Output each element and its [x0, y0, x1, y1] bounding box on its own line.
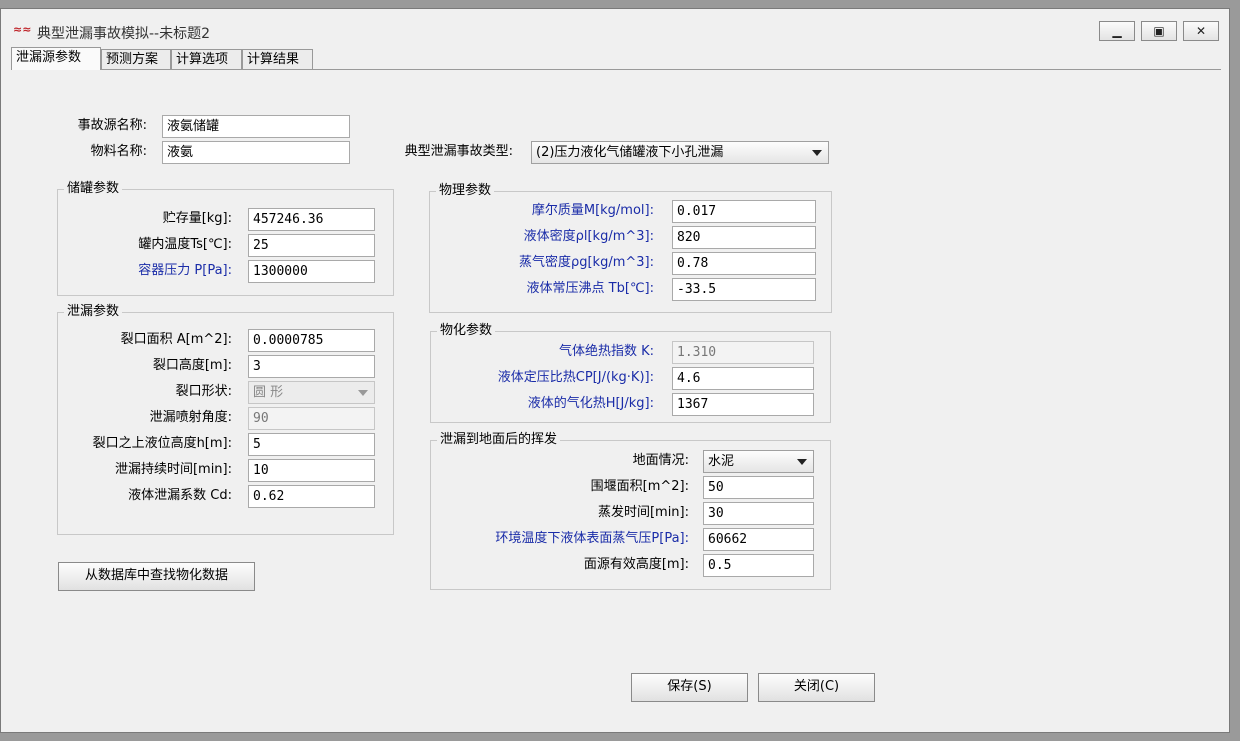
tab-leak-source[interactable]: 泄漏源参数 [11, 47, 101, 70]
tab-calc-results[interactable]: 计算结果 [242, 49, 313, 69]
vessel-pressure-label: 容器压力 P[Pa]: [138, 263, 232, 278]
vaporization-heat-input[interactable]: 1367 [672, 393, 814, 416]
source-height-label: 面源有效高度[m]: [583, 557, 689, 572]
accident-type-value: (2)压力液化气储罐液下小孔泄漏 [536, 145, 724, 160]
liquid-level-label: 裂口之上液位高度h[m]: [92, 436, 232, 451]
ground-condition-value: 水泥 [708, 454, 735, 469]
chem-params-title: 物化参数 [437, 322, 496, 340]
evaporation-time-input[interactable]: 30 [703, 502, 814, 525]
breach-shape-value: 圆 形 [253, 385, 284, 400]
physical-params-group: 物理参数 摩尔质量M[kg/mol]: 0.017 液体密度ρl[kg/m^3]… [429, 182, 832, 313]
vessel-pressure-input[interactable]: 1300000 [248, 260, 375, 283]
evaporation-title: 泄漏到地面后的挥发 [437, 431, 561, 449]
vaporization-heat-label: 液体的气化热H[J/kg]: [527, 396, 654, 411]
material-name-input[interactable]: 液氨 [162, 141, 350, 164]
leak-coefficient-input[interactable]: 0.62 [248, 485, 375, 508]
leak-duration-input[interactable]: 10 [248, 459, 375, 482]
breach-height-input[interactable]: 3 [248, 355, 375, 378]
tank-temperature-label: 罐内温度Ts[℃]: [138, 237, 232, 252]
chevron-down-icon [812, 150, 822, 156]
tank-params-group: 储罐参数 贮存量[kg]: 457246.36 罐内温度Ts[℃]: 25 容器… [57, 180, 394, 296]
breach-shape-label: 裂口形状: [175, 384, 232, 399]
breach-shape-select[interactable]: 圆 形 [248, 381, 375, 404]
source-name-input[interactable]: 液氨储罐 [162, 115, 350, 138]
molar-mass-label: 摩尔质量M[kg/mol]: [531, 203, 654, 218]
leak-duration-label: 泄漏持续时间[min]: [114, 462, 232, 477]
adiabatic-index-label: 气体绝热指数 K: [558, 344, 654, 359]
dike-area-label: 围堰面积[m^2]: [590, 479, 689, 494]
jet-angle-input[interactable]: 90 [248, 407, 375, 430]
liquid-density-label: 液体密度ρl[kg/m^3]: [523, 229, 654, 244]
main-window: ≈≈ 典型泄漏事故模拟--未标题2 ▁ ▣ ✕ 泄漏源参数 预测方案 计算选项 … [0, 8, 1230, 733]
material-name-label: 物料名称: [90, 144, 147, 159]
tab-forecast-plan[interactable]: 预测方案 [101, 49, 171, 69]
evaporation-time-label: 蒸发时间[min]: [597, 505, 689, 520]
physical-params-title: 物理参数 [436, 182, 495, 200]
liquid-density-input[interactable]: 820 [672, 226, 816, 249]
storage-amount-input[interactable]: 457246.36 [248, 208, 375, 231]
dike-area-input[interactable]: 50 [703, 476, 814, 499]
vapor-pressure-label: 环境温度下液体表面蒸气压P[Pa]: [495, 531, 689, 546]
source-height-input[interactable]: 0.5 [703, 554, 814, 577]
leak-coefficient-label: 液体泄漏系数 Cd: [128, 488, 232, 503]
window-title: 典型泄漏事故模拟--未标题2 [37, 26, 211, 42]
vapor-density-input[interactable]: 0.78 [672, 252, 816, 275]
breach-area-label: 裂口面积 A[m^2]: [120, 332, 232, 347]
jet-angle-label: 泄漏喷射角度: [149, 410, 232, 425]
minimize-icon: ▁ [1112, 24, 1122, 38]
leak-params-group: 泄漏参数 裂口面积 A[m^2]: 0.0000785 裂口高度[m]: 3 裂… [57, 303, 394, 535]
tank-params-title: 储罐参数 [64, 180, 123, 198]
vapor-density-label: 蒸气密度ρg[kg/m^3]: [518, 255, 654, 270]
lookup-database-button[interactable]: 从数据库中查找物化数据 [58, 562, 255, 591]
restore-button[interactable]: ▣ [1141, 21, 1177, 41]
breach-height-label: 裂口高度[m]: [152, 358, 232, 373]
leak-params-title: 泄漏参数 [64, 303, 123, 321]
source-name-label: 事故源名称: [77, 118, 147, 133]
close-button[interactable]: 关闭(C) [758, 673, 875, 702]
tank-temperature-input[interactable]: 25 [248, 234, 375, 257]
tab-calc-options[interactable]: 计算选项 [171, 49, 242, 69]
vapor-pressure-input[interactable]: 60662 [703, 528, 814, 551]
close-icon: ✕ [1195, 24, 1207, 38]
accident-type-select[interactable]: (2)压力液化气储罐液下小孔泄漏 [531, 141, 829, 164]
boiling-point-input[interactable]: -33.5 [672, 278, 816, 301]
evaporation-group: 泄漏到地面后的挥发 地面情况: 水泥 围堰面积[m^2]: 50 蒸发时间[mi… [430, 431, 831, 590]
adiabatic-index-input[interactable]: 1.310 [672, 341, 814, 364]
boiling-point-label: 液体常压沸点 Tb[℃]: [526, 281, 654, 296]
save-button[interactable]: 保存(S) [631, 673, 748, 702]
title-bar: ≈≈ 典型泄漏事故模拟--未标题2 ▁ ▣ ✕ [1, 9, 1229, 45]
specific-heat-input[interactable]: 4.6 [672, 367, 814, 390]
molar-mass-input[interactable]: 0.017 [672, 200, 816, 223]
accident-type-label: 典型泄漏事故类型: [404, 144, 513, 159]
specific-heat-label: 液体定压比热CP[J/(kg·K)]: [497, 370, 654, 385]
storage-amount-label: 贮存量[kg]: [162, 211, 232, 226]
chem-params-group: 物化参数 气体绝热指数 K: 1.310 液体定压比热CP[J/(kg·K)]:… [430, 322, 831, 423]
app-logo-icon: ≈≈ [13, 23, 32, 36]
restore-icon: ▣ [1153, 24, 1165, 38]
tab-divider [11, 69, 1221, 70]
ground-condition-select[interactable]: 水泥 [703, 450, 814, 473]
liquid-level-input[interactable]: 5 [248, 433, 375, 456]
breach-area-input[interactable]: 0.0000785 [248, 329, 375, 352]
tab-content-panel: 事故源名称: 液氨储罐 物料名称: 液氨 典型泄漏事故类型: (2)压力液化气储… [17, 75, 1221, 723]
ground-condition-label: 地面情况: [632, 453, 689, 468]
close-window-button[interactable]: ✕ [1183, 21, 1219, 41]
minimize-button[interactable]: ▁ [1099, 21, 1135, 41]
chevron-down-icon [797, 459, 807, 465]
chevron-down-icon [358, 390, 368, 396]
